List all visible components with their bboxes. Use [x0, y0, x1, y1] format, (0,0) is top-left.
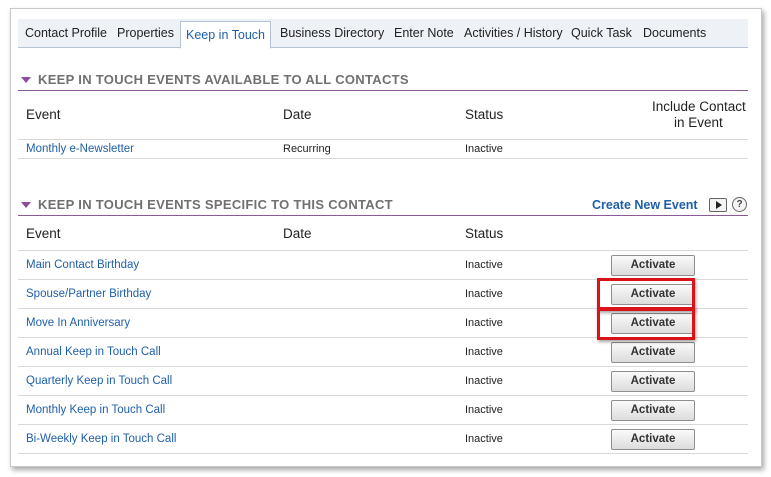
window-frame: Contact Profile Properties Keep in Touch… — [10, 8, 762, 467]
activate-button[interactable]: Activate — [611, 371, 695, 392]
activate-button[interactable]: Activate — [611, 342, 695, 363]
event-status: Inactive — [465, 346, 503, 358]
table-row: Annual Keep in Touch Call Inactive Activ… — [18, 338, 748, 367]
column-header-status: Status — [465, 107, 504, 122]
event-link[interactable]: Move In Anniversary — [26, 317, 130, 329]
section-header-specific-contact: KEEP IN TOUCH EVENTS SPECIFIC TO THIS CO… — [18, 194, 748, 216]
table-row: Main Contact Birthday Inactive Activate — [18, 251, 748, 280]
table-row: Bi-Weekly Keep in Touch Call Inactive Ac… — [18, 425, 748, 454]
column-header-include-line2: in Event — [674, 115, 723, 130]
tab-activities-history[interactable]: Activities / History — [464, 19, 563, 48]
column-header-date: Date — [283, 226, 312, 241]
help-icon[interactable]: ? — [732, 197, 747, 212]
table-row: Monthly Keep in Touch Call Inactive Acti… — [18, 396, 748, 425]
column-header-status: Status — [465, 226, 504, 241]
section-title: KEEP IN TOUCH EVENTS AVAILABLE TO ALL CO… — [38, 72, 409, 87]
tab-contact-profile[interactable]: Contact Profile — [25, 19, 107, 48]
event-link[interactable]: Quarterly Keep in Touch Call — [26, 375, 172, 387]
tab-enter-note[interactable]: Enter Note — [394, 19, 454, 48]
tab-documents[interactable]: Documents — [643, 19, 706, 48]
column-header-include-line1: Include Contact — [652, 99, 746, 114]
play-icon[interactable] — [709, 198, 727, 212]
column-header-event: Event — [26, 107, 61, 122]
collapse-triangle-icon[interactable] — [21, 77, 31, 83]
event-status: Inactive — [465, 433, 503, 445]
event-link[interactable]: Main Contact Birthday — [26, 259, 139, 271]
section-title: KEEP IN TOUCH EVENTS SPECIFIC TO THIS CO… — [38, 197, 393, 212]
event-date: Recurring — [283, 143, 331, 155]
tab-quick-task[interactable]: Quick Task — [571, 19, 632, 48]
event-link[interactable]: Monthly Keep in Touch Call — [26, 404, 165, 416]
event-status: Inactive — [465, 317, 503, 329]
tab-business-directory[interactable]: Business Directory — [280, 19, 384, 48]
column-header-event: Event — [26, 226, 61, 241]
collapse-triangle-icon[interactable] — [21, 202, 31, 208]
event-status: Inactive — [465, 259, 503, 271]
event-link[interactable]: Spouse/Partner Birthday — [26, 288, 151, 300]
tab-bar: Contact Profile Properties Keep in Touch… — [18, 19, 748, 49]
activate-button[interactable]: Activate — [611, 429, 695, 450]
tab-keep-in-touch[interactable]: Keep in Touch — [180, 21, 271, 49]
activate-button[interactable]: Activate — [611, 255, 695, 276]
column-header-date: Date — [283, 107, 312, 122]
create-new-event-link[interactable]: Create New Event — [592, 198, 698, 212]
event-status: Inactive — [465, 375, 503, 387]
event-status: Inactive — [465, 143, 503, 155]
event-link[interactable]: Bi-Weekly Keep in Touch Call — [26, 433, 176, 445]
tab-properties[interactable]: Properties — [117, 19, 174, 48]
table-row: Quarterly Keep in Touch Call Inactive Ac… — [18, 367, 748, 396]
event-status: Inactive — [465, 404, 503, 416]
section-header-all-contacts: KEEP IN TOUCH EVENTS AVAILABLE TO ALL CO… — [18, 69, 748, 91]
highlight-box — [597, 307, 695, 340]
event-status: Inactive — [465, 288, 503, 300]
event-link[interactable]: Monthly e-Newsletter — [26, 143, 134, 155]
table-header-row: Event Date Status — [18, 218, 748, 251]
event-link[interactable]: Annual Keep in Touch Call — [26, 346, 161, 358]
table-header-row: Event Date Status Include Contact in Eve… — [18, 93, 748, 140]
table-row: Monthly e-Newsletter Recurring Inactive — [18, 140, 748, 159]
activate-button[interactable]: Activate — [611, 400, 695, 421]
